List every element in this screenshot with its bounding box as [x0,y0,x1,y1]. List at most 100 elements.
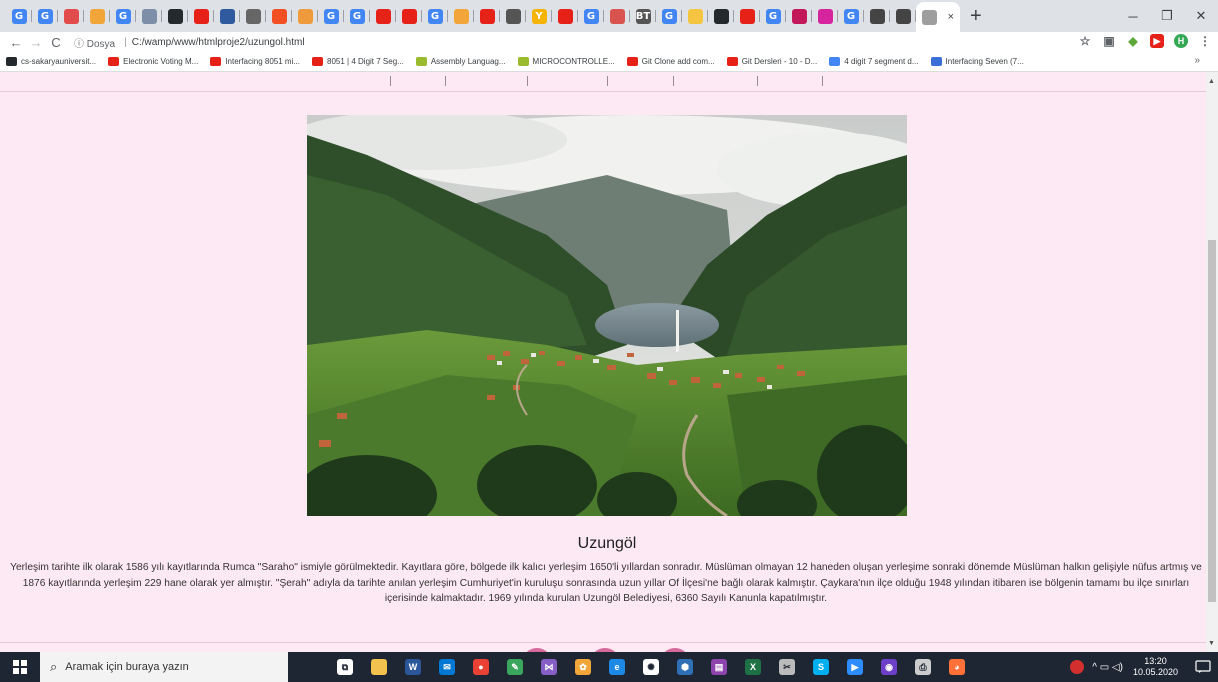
scroll-up-icon[interactable]: ▲ [1208,78,1215,85]
taskbar-app-button[interactable]: ● [469,656,493,678]
browser-tab[interactable]: G [578,4,604,28]
bookmark-item[interactable]: Interfacing Seven (7... [930,57,1024,66]
browser-tab[interactable] [58,4,84,28]
browser-tab[interactable] [84,4,110,28]
taskbar-app-button[interactable]: ✿ [571,656,595,678]
bookmark-item[interactable]: Assembly Languag... [415,57,506,66]
taskbar-app-button[interactable]: X [741,656,765,678]
browser-tab[interactable] [812,4,838,28]
browser-tab[interactable] [708,4,734,28]
browser-tab[interactable] [474,4,500,28]
browser-tab[interactable]: G [344,4,370,28]
taskbar-app-button[interactable] [367,656,391,678]
close-window-button[interactable]: ✕ [1184,0,1218,32]
bookmark-item[interactable]: MICROCONTROLLE... [517,57,615,66]
browser-tab[interactable]: G [6,4,32,28]
bookmark-item[interactable]: Electronic Voting M... [108,57,198,66]
taskbar-clock[interactable]: 13:20 10.05.2020 [1133,656,1178,678]
active-browser-tab[interactable]: × [916,2,960,32]
browser-tab[interactable] [240,4,266,28]
taskbar-search-box[interactable]: ⌕ Aramak için buraya yazın [40,652,288,682]
taskbar-app-button[interactable]: ⧉ [333,656,357,678]
browser-tab[interactable] [188,4,214,28]
chrome-icon: ● [473,659,489,675]
browser-tab[interactable] [214,4,240,28]
minimize-button[interactable]: ─ [1116,0,1150,32]
browser-tab[interactable] [396,4,422,28]
menu-icon[interactable]: ⋮ [1198,34,1212,48]
taskbar-app-button[interactable]: ✂ [775,656,799,678]
clock-time: 13:20 [1144,656,1167,666]
browser-tab[interactable]: Y [526,4,552,28]
more-bookmarks-icon[interactable]: » [1194,55,1200,66]
taskbar-app-button[interactable]: e [605,656,629,678]
page-scrollbar[interactable]: ▲ ▼ [1206,72,1218,652]
profile-avatar-icon[interactable]: H [1174,34,1188,48]
bookmark-item[interactable]: Interfacing 8051 mi... [210,57,300,66]
browser-tab[interactable]: G [656,4,682,28]
back-arrow-icon[interactable]: ← [6,35,26,50]
restore-button[interactable]: ❐ [1150,0,1184,32]
close-tab-icon[interactable]: × [948,11,954,23]
forward-arrow-icon[interactable]: → [26,35,46,50]
taskbar-app-button[interactable]: ◉ [877,656,901,678]
browser-tab[interactable] [136,4,162,28]
browser-tab[interactable] [370,4,396,28]
google-icon: G [427,8,443,24]
browser-tab[interactable] [162,4,188,28]
browser-tab[interactable] [734,4,760,28]
browser-tab[interactable]: G [318,4,344,28]
browser-tab[interactable]: BT [630,4,656,28]
taskbar-app-button[interactable]: S [809,656,833,678]
youtube-icon [193,8,209,24]
taskbar-app-button[interactable]: ⋈ [537,656,561,678]
browser-tab[interactable] [266,4,292,28]
bookmark-item[interactable]: Git Dersleri - 10 - D... [726,57,817,66]
browser-tab[interactable] [552,4,578,28]
bookmark-star-icon[interactable]: ☆ [1078,34,1092,48]
bookmark-item[interactable]: 8051 | 4 Digit 7 Seg... [312,57,404,66]
taskbar-app-button[interactable]: ▶ [843,656,867,678]
taskbar-app-button[interactable]: ✉ [435,656,459,678]
browser-tab[interactable] [864,4,890,28]
browser-tab[interactable]: G [422,4,448,28]
browser-tab[interactable] [682,4,708,28]
browser-tab[interactable] [604,4,630,28]
browser-tab[interactable]: G [760,4,786,28]
browser-tab[interactable] [448,4,474,28]
scroll-down-icon[interactable]: ▼ [1208,640,1215,647]
github-icon [6,57,17,66]
antivirus-icon[interactable] [1070,660,1085,674]
browser-tab[interactable]: G [32,4,58,28]
taskbar-app-button[interactable]: ⬢ [673,656,697,678]
youtube-icon[interactable]: ▶ [1150,34,1164,48]
taskbar-app-button[interactable]: ⎙ [911,656,935,678]
reload-icon[interactable]: C [46,35,66,50]
bookmark-item[interactable]: Git Clone add com... [626,57,715,66]
address-url[interactable]: C:/wamp/www/htmlproje2/uzungol.html [132,37,305,48]
scroll-thumb[interactable] [1208,240,1216,602]
browser-tab[interactable] [890,4,916,28]
browser-tab[interactable] [500,4,526,28]
bookmark-item[interactable]: cs-sakaryauniversit... [6,57,96,66]
address-bar[interactable]: ⓘ Dosya | C:/wamp/www/htmlproje2/uzungol… [74,33,305,51]
taskbar-app-button[interactable]: ✎ [503,656,527,678]
taskbar-app-button[interactable]: W [401,656,425,678]
taskbar-app-button[interactable]: ▤ [707,656,731,678]
browser-tab[interactable] [786,4,812,28]
search-placeholder: Aramak için buraya yazın [65,661,189,673]
shield-icon[interactable]: ◆ [1126,34,1140,48]
tray-symbols[interactable]: ^ ▭ ◁) [1092,662,1123,673]
bookmark-item[interactable]: 4 digit 7 segment d... [829,57,919,66]
site-info-label[interactable]: ⓘ Dosya [74,35,115,50]
taskbar-app-button[interactable]: ✺ [639,656,663,678]
google-icon: G [115,8,131,24]
browser-tab[interactable] [292,4,318,28]
new-tab-button[interactable]: + [970,6,982,26]
notification-icon[interactable] [1188,652,1218,682]
extension-icon[interactable]: ▣ [1102,34,1116,48]
browser-tab[interactable]: G [110,4,136,28]
taskbar-app-button[interactable]: ◕ [945,656,969,678]
browser-tab[interactable]: G [838,4,864,28]
start-button[interactable] [0,652,40,682]
